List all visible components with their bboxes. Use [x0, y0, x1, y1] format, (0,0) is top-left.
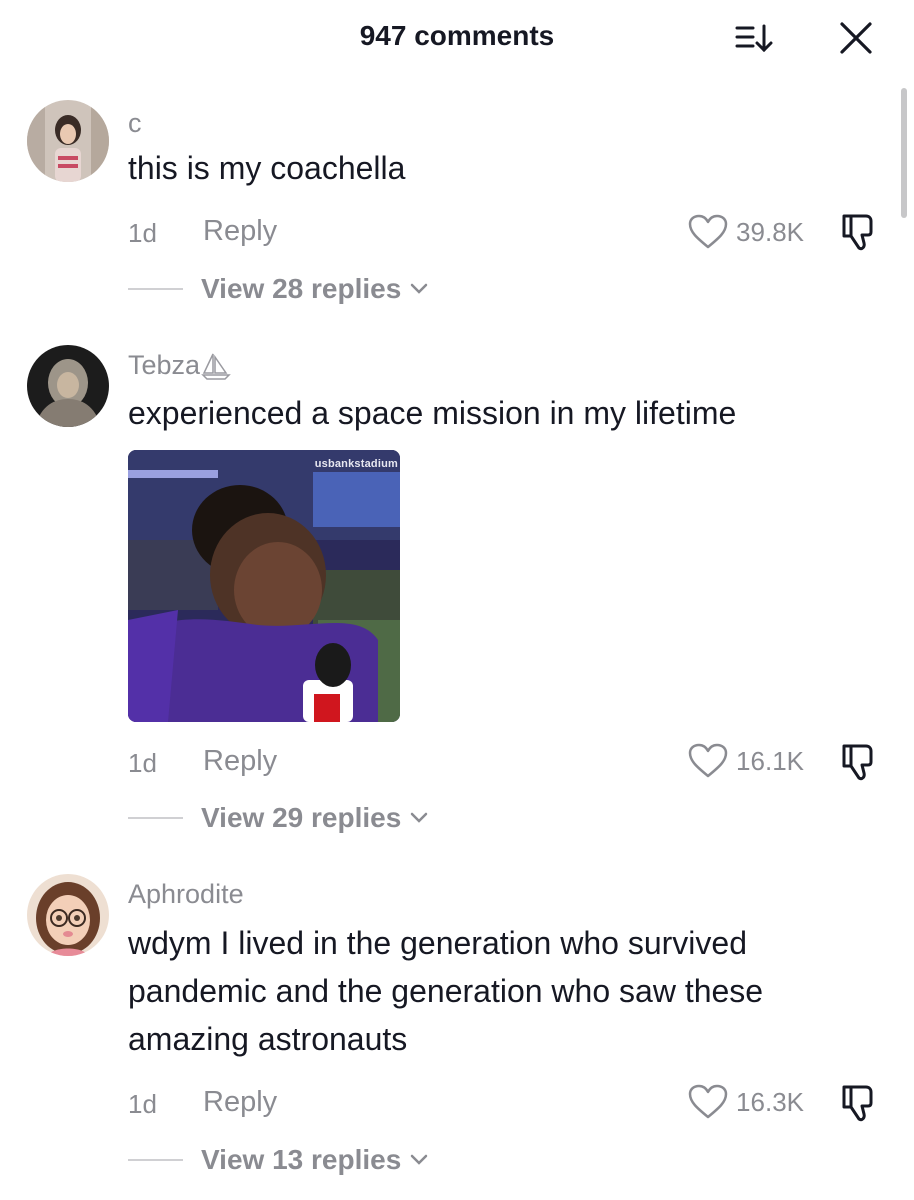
view-replies-button[interactable]: View 28 replies: [128, 273, 429, 305]
view-replies-label: View 28 replies: [201, 273, 402, 304]
comment-media-image[interactable]: usbankstadium: [128, 450, 400, 722]
like-button[interactable]: 16.1K: [688, 743, 804, 779]
comment-text: wdym I lived in the generation who survi…: [128, 925, 764, 1057]
like-button[interactable]: 16.3K: [688, 1084, 804, 1120]
divider: [128, 817, 183, 819]
view-replies-label: View 13 replies: [201, 1144, 402, 1175]
dislike-button[interactable]: [836, 742, 880, 782]
comment-username[interactable]: c: [128, 108, 142, 139]
sailboat-emoji-icon: [201, 353, 231, 380]
like-button[interactable]: 39.8K: [688, 214, 804, 250]
media-watermark-text: usbankstadium: [314, 458, 398, 470]
thumbs-down-icon: [842, 214, 873, 251]
comment-time: 1d: [128, 1089, 157, 1119]
close-icon: [840, 22, 872, 54]
comment-text: this is my coachella: [128, 150, 406, 186]
username-text: Tebza: [128, 350, 201, 380]
thumbs-down-icon: [842, 744, 873, 781]
reply-button[interactable]: Reply: [203, 215, 277, 248]
like-count: 39.8K: [736, 216, 804, 247]
chevron-down-icon: [411, 812, 428, 823]
like-count: 16.1K: [736, 745, 804, 776]
thumbs-down-icon: [842, 1085, 873, 1122]
comment-time: 1d: [128, 748, 157, 778]
sort-icon: [735, 24, 773, 53]
reply-button[interactable]: Reply: [203, 745, 277, 778]
comment-time: 1d: [128, 218, 157, 248]
divider: [128, 288, 183, 290]
heart-icon: [688, 214, 728, 249]
view-replies-button[interactable]: View 29 replies: [128, 802, 429, 834]
avatar[interactable]: [27, 345, 109, 427]
like-count: 16.3K: [736, 1086, 804, 1117]
avatar[interactable]: [27, 874, 109, 956]
close-button[interactable]: [836, 18, 876, 58]
comments-header: 947 comments: [0, 0, 914, 80]
comment-username[interactable]: Aphrodite: [128, 879, 244, 910]
dislike-button[interactable]: [836, 212, 880, 252]
comment-text: experienced a space mission in my lifeti…: [128, 395, 737, 431]
reply-button[interactable]: Reply: [203, 1086, 277, 1119]
sort-button[interactable]: [734, 22, 778, 56]
heart-icon: [688, 1084, 728, 1119]
heart-icon: [688, 743, 728, 778]
chevron-down-icon: [411, 283, 428, 294]
dislike-button[interactable]: [836, 1083, 880, 1123]
divider: [128, 1159, 183, 1161]
comment-username[interactable]: Tebza: [128, 350, 231, 381]
view-replies-button[interactable]: View 13 replies: [128, 1144, 429, 1176]
chevron-down-icon: [411, 1154, 428, 1165]
view-replies-label: View 29 replies: [201, 802, 402, 833]
scrollbar[interactable]: [901, 88, 907, 218]
avatar[interactable]: [27, 100, 109, 182]
